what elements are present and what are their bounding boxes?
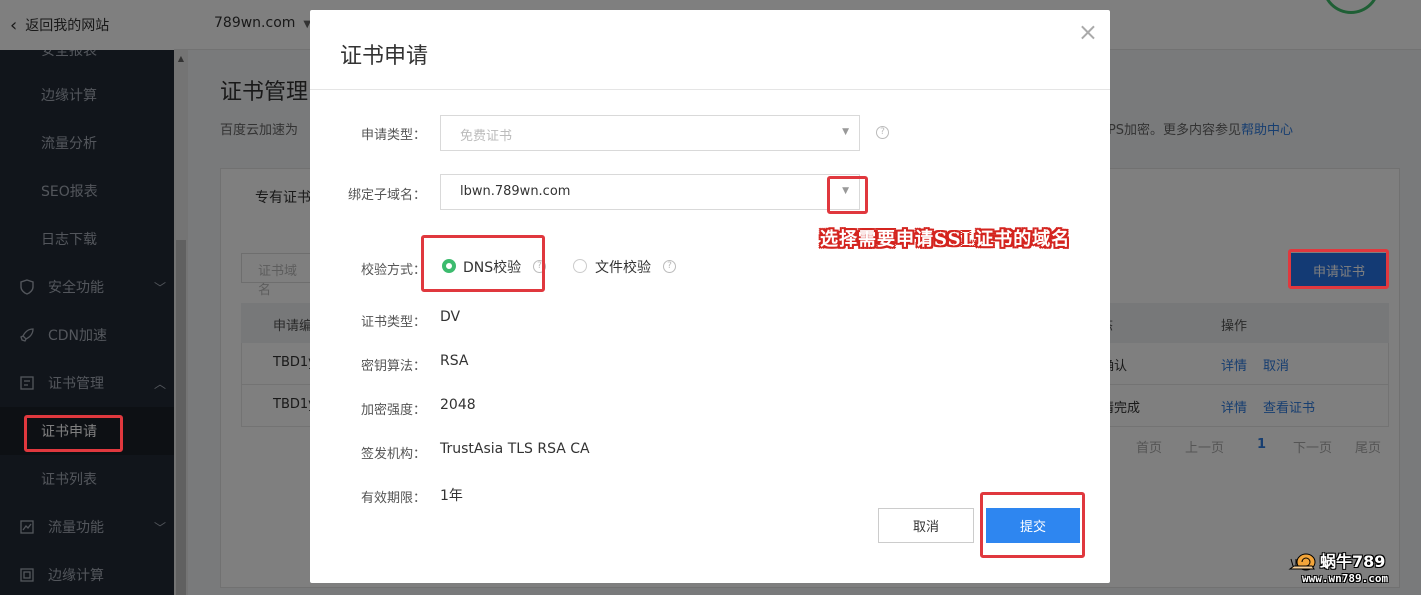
validity-value: 1年 xyxy=(440,488,463,504)
annotation-note: 选择需要申请SSL证书的域名 xyxy=(820,229,1071,250)
key-algorithm-value: RSA xyxy=(440,353,469,369)
highlight-sidebar-cert-apply xyxy=(24,415,123,452)
issuer-label: 签发机构： xyxy=(360,447,426,462)
highlight-subdomain-dropdown xyxy=(827,176,868,214)
help-icon[interactable]: ? xyxy=(663,260,676,273)
file-verify-radio[interactable] xyxy=(573,259,587,273)
highlight-apply-cert-button xyxy=(1288,249,1389,289)
subdomain-label: 绑定子域名： xyxy=(347,188,426,203)
key-strength-label: 加密强度： xyxy=(360,403,426,418)
validity-label: 有效期限： xyxy=(360,491,426,506)
snail-logo-icon xyxy=(1288,553,1316,571)
dialog-divider xyxy=(310,89,1110,90)
help-icon[interactable]: ? xyxy=(876,126,889,139)
watermark-brand: 蜗牛789 xyxy=(1320,552,1386,571)
apply-type-select: 免费证书 ▼ xyxy=(440,115,860,151)
highlight-dns-verify xyxy=(421,235,545,292)
watermark-url: www.wn789.com xyxy=(1302,572,1389,585)
key-algorithm-label: 密钥算法： xyxy=(360,359,426,374)
highlight-submit-button xyxy=(980,492,1085,558)
caret-down-icon: ▼ xyxy=(842,127,849,137)
cancel-button[interactable]: 取消 xyxy=(878,508,974,543)
cert-type-value: DV xyxy=(440,309,461,325)
dialog-title: 证书申请 xyxy=(340,44,429,69)
key-strength-value: 2048 xyxy=(440,397,476,413)
apply-type-label: 申请类型： xyxy=(360,128,426,143)
close-icon[interactable]: × xyxy=(1078,18,1098,46)
cert-type-label: 证书类型： xyxy=(360,315,426,330)
subdomain-value: lbwn.789wn.com xyxy=(460,184,571,199)
file-verify-label[interactable]: 文件校验 xyxy=(595,257,651,277)
subdomain-select[interactable]: lbwn.789wn.com ▼ xyxy=(440,174,860,210)
issuer-value: TrustAsia TLS RSA CA xyxy=(440,441,590,457)
apply-type-value: 免费证书 xyxy=(460,129,513,144)
watermark: 蜗牛789 www.wn789.com xyxy=(1288,548,1414,592)
verify-method-label: 校验方式： xyxy=(360,263,426,278)
